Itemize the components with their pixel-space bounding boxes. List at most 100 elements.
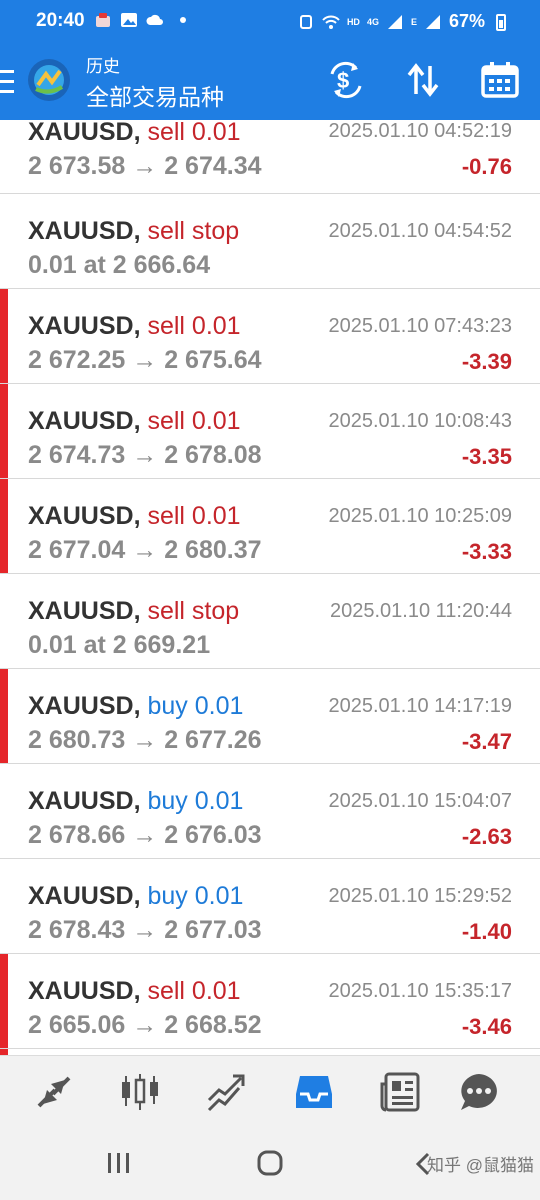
trade-row[interactable]: XAUUSD, sell 0.01 2 672.25 → 2 675.64 20…	[0, 289, 540, 384]
gallery-icon	[121, 13, 137, 27]
svg-text:$: $	[337, 68, 349, 93]
chat-icon[interactable]	[457, 1070, 501, 1114]
trade-history-list[interactable]: XAUUSD, sell 0.01 2 673.58 → 2 674.34 20…	[0, 120, 540, 1055]
alarm-icon	[299, 14, 312, 29]
trade-symbol: XAUUSD,	[28, 217, 141, 245]
trade-time: 2025.01.10 04:54:52	[328, 220, 512, 242]
trade-symbol: XAUUSD,	[28, 977, 141, 1005]
4g-label: 4G	[366, 16, 379, 27]
calendar-icon[interactable]	[480, 60, 520, 100]
quotes-arrows-icon[interactable]	[33, 1070, 77, 1114]
menu-icon[interactable]	[0, 66, 18, 98]
currency-exchange-icon[interactable]: $	[326, 60, 366, 100]
trade-time: 2025.01.10 15:29:52	[328, 885, 512, 907]
trade-row[interactable]: XAUUSD, buy 0.01 2 680.73 → 2 677.26 202…	[0, 669, 540, 764]
trade-prices: 2 677.04 → 2 680.37	[28, 536, 262, 564]
trade-row[interactable]: XAUUSD, buy 0.01 2 678.66 → 2 676.03 202…	[0, 764, 540, 859]
loss-indicator-bar	[0, 954, 8, 1048]
trade-type: buy 0.01	[147, 882, 244, 910]
app-logo	[28, 59, 70, 101]
battery-percent: 67%	[448, 11, 485, 31]
recent-apps-icon[interactable]	[106, 1151, 132, 1175]
trade-prices: 2 665.06 → 2 668.52	[28, 1011, 262, 1039]
hd-label: HD	[346, 16, 360, 27]
trade-profit: -1.40	[461, 919, 512, 944]
trade-time: 2025.01.10 10:08:43	[328, 410, 512, 432]
bottom-tab-bar	[0, 1055, 540, 1126]
trade-prices: 2 678.43 → 2 677.03	[28, 916, 262, 944]
trade-title: XAUUSD, sell 0.01	[28, 120, 241, 147]
loss-indicator-bar	[0, 289, 8, 383]
trade-trend-icon[interactable]	[205, 1070, 249, 1114]
trade-type: sell stop	[147, 597, 240, 625]
trade-title: XAUUSD, buy 0.01	[28, 692, 243, 721]
sort-icon[interactable]	[403, 60, 443, 100]
trade-symbol: XAUUSD,	[28, 692, 141, 720]
trade-prices: 2 678.66 → 2 676.03	[28, 821, 262, 849]
trade-row[interactable]: XAUUSD, buy 0.01 2 678.43 → 2 677.03 202…	[0, 859, 540, 954]
signal-icon	[387, 14, 402, 29]
trade-profit: -3.47	[461, 729, 512, 754]
home-icon[interactable]	[256, 1149, 284, 1177]
trade-prices: 2 674.73 → 2 678.08	[28, 441, 262, 469]
watermark: 知乎 @鼠猫猫	[427, 1156, 534, 1175]
trade-title: XAUUSD, sell stop	[28, 597, 239, 626]
trade-title: XAUUSD, sell stop	[28, 217, 239, 246]
trade-type: sell 0.01	[147, 120, 241, 146]
trade-row[interactable]: XAUUSD, sell 0.01 2 677.04 → 2 680.37 20…	[0, 479, 540, 574]
status-bar: 20:40 HD 4G E 67%	[0, 0, 540, 44]
trade-title: XAUUSD, sell 0.01	[28, 312, 241, 341]
trade-row[interactable]: XAUUSD, sell stop 0.01 at 2 666.64 2025.…	[0, 194, 540, 289]
loss-indicator-bar	[0, 669, 8, 763]
trade-time: 2025.01.10 15:35:17	[328, 980, 512, 1002]
cloud-icon	[146, 14, 163, 25]
trade-time: 2025.01.10 14:17:19	[328, 695, 512, 717]
trade-title: XAUUSD, sell 0.01	[28, 977, 241, 1006]
trade-row[interactable]: XAUUSD, sell stop 0.01 at 2 669.21 2025.…	[0, 574, 540, 669]
trade-time: 2025.01.10 04:52:19	[328, 120, 512, 142]
trade-time: 2025.01.10 07:43:23	[328, 315, 512, 337]
app-bar: 历史 全部交易品种 $	[0, 44, 540, 120]
trade-profit: -3.39	[461, 349, 512, 374]
trade-title: XAUUSD, sell 0.01	[28, 407, 241, 436]
trade-time: 2025.01.10 10:25:09	[328, 505, 512, 527]
system-nav-bar: 知乎 @鼠猫猫	[0, 1125, 540, 1200]
trade-row[interactable]: XAUUSD, sell 0.01 2 665.06 → 2 668.52 20…	[0, 954, 540, 1049]
trade-symbol: XAUUSD,	[28, 882, 141, 910]
history-inbox-icon[interactable]	[292, 1070, 336, 1114]
page-title[interactable]: 全部交易品种	[86, 78, 224, 112]
trade-type: sell stop	[147, 217, 240, 245]
trade-type: sell 0.01	[147, 502, 241, 530]
battery-icon	[496, 13, 506, 31]
trade-prices: 0.01 at 2 666.64	[28, 251, 211, 279]
trade-symbol: XAUUSD,	[28, 502, 141, 530]
trade-prices: 2 672.25 → 2 675.64	[28, 346, 262, 374]
notification-app-icon	[96, 13, 110, 27]
status-time: 20:40	[36, 10, 85, 31]
loss-indicator-bar	[0, 479, 8, 573]
e-label: E	[410, 16, 417, 27]
trade-time: 2025.01.10 15:04:07	[328, 790, 512, 812]
header-subtitle: 历史	[86, 57, 120, 76]
wifi-icon	[322, 15, 340, 29]
trade-time: 2025.01.10 11:20:44	[329, 600, 512, 622]
trade-symbol: XAUUSD,	[28, 120, 141, 146]
trade-profit: -3.46	[461, 1014, 512, 1039]
trade-type: buy 0.01	[147, 692, 244, 720]
trade-title: XAUUSD, buy 0.01	[28, 882, 243, 911]
candlestick-chart-icon[interactable]	[118, 1070, 162, 1114]
trade-profit: -2.63	[461, 824, 512, 849]
trade-prices: 2 673.58 → 2 674.34	[28, 152, 262, 180]
news-icon[interactable]	[378, 1070, 422, 1114]
trade-row[interactable]: XAUUSD, sell 0.01 2 673.58 → 2 674.34 20…	[0, 120, 540, 194]
trade-prices: 0.01 at 2 669.21	[28, 631, 211, 659]
trade-symbol: XAUUSD,	[28, 787, 141, 815]
trade-profit: -0.76	[461, 154, 512, 179]
trade-symbol: XAUUSD,	[28, 597, 141, 625]
trade-title: XAUUSD, sell 0.01	[28, 502, 241, 531]
trade-type: sell 0.01	[147, 977, 241, 1005]
trade-row[interactable]: XAUUSD, sell 0.01 2 674.73 → 2 678.08 20…	[0, 384, 540, 479]
status-system-icons: HD 4G E 67%	[297, 11, 510, 32]
trade-profit: -3.33	[461, 539, 512, 564]
trade-prices: 2 680.73 → 2 677.26	[28, 726, 262, 754]
